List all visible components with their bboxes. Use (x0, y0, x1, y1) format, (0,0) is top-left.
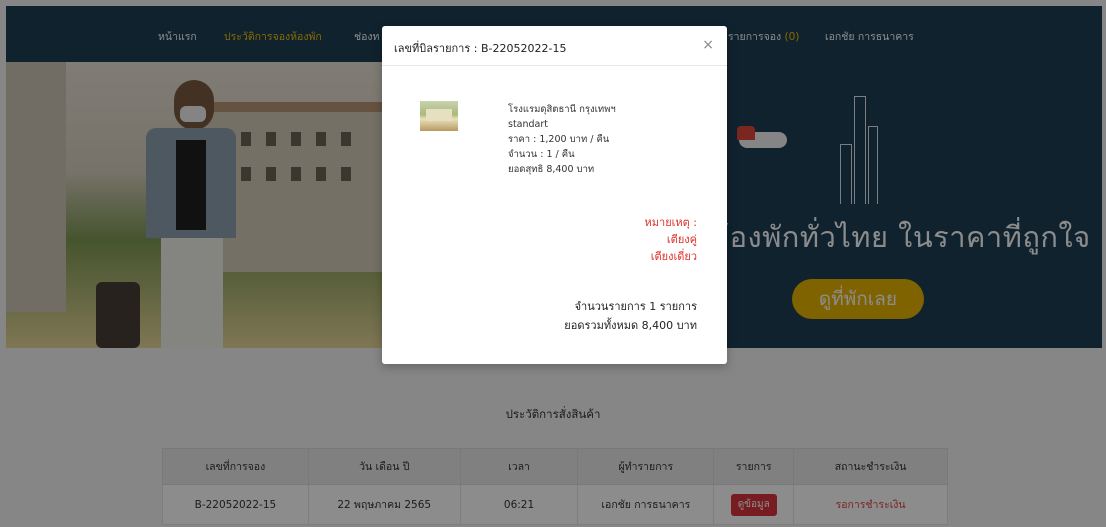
room-type: standart (508, 119, 548, 130)
item-count: จำนวนรายการ 1 รายการ (574, 300, 697, 313)
modal-header: เลขที่บิลรายการ : B-22052022-15 × (382, 26, 727, 66)
note-line: เตียงคู่ (666, 233, 697, 246)
bill-detail-modal: เลขที่บิลรายการ : B-22052022-15 × โรงแรม… (382, 26, 727, 364)
booking-item-details: โรงแรมดุสิตธานี กรุงเทพฯ standart ราคา :… (508, 102, 616, 177)
net-amount: ยอดสุทธิ 8,400 บาท (508, 164, 595, 175)
note-label: หมายเหตุ : (644, 216, 697, 229)
hotel-name: โรงแรมดุสิตธานี กรุงเทพฯ (508, 104, 616, 115)
price-per-night: ราคา : 1,200 บาท / คืน (508, 134, 610, 145)
bill-summary: จำนวนรายการ 1 รายการ ยอดรวมทั้งหมด 8,400… (564, 297, 697, 335)
close-icon[interactable]: × (702, 37, 714, 53)
note-line: เตียงเดี่ยว (650, 250, 697, 263)
booking-note: หมายเหตุ : เตียงคู่ เตียงเดี่ยว (645, 214, 697, 265)
hotel-thumbnail (420, 101, 458, 131)
quantity: จำนวน : 1 / คืน (508, 149, 575, 160)
modal-title: เลขที่บิลรายการ : B-22052022-15 (394, 42, 567, 55)
grand-total: ยอดรวมทั้งหมด 8,400 บาท (564, 319, 697, 332)
